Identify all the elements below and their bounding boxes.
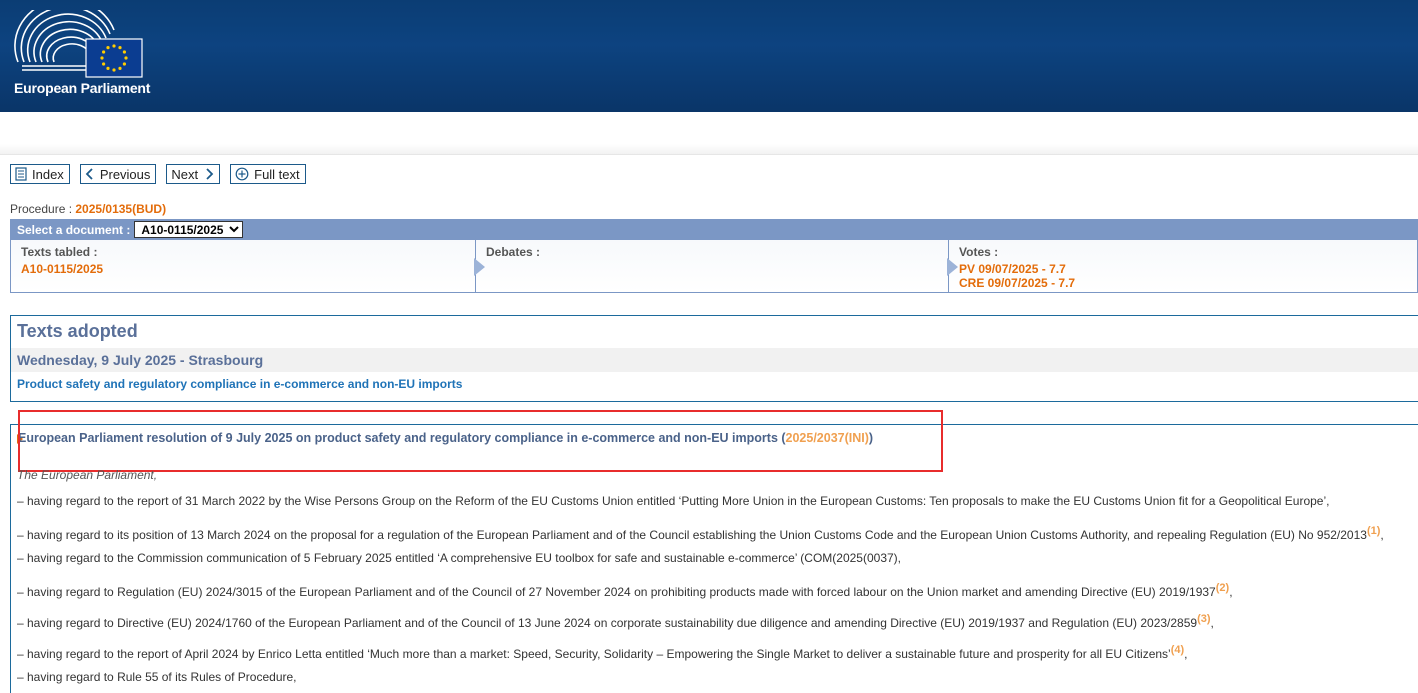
citation-text: – having regard to the report of 31 Marc… (17, 494, 1330, 508)
citation-text: – having regard to Regulation (EU) 2024/… (17, 585, 1216, 599)
citation-item: – having regard to the Commission commun… (17, 551, 901, 565)
footnote-link[interactable]: (1) (1367, 525, 1380, 537)
full-text-label: Full text (254, 166, 300, 182)
index-button[interactable]: Index (10, 164, 70, 184)
citation-tail: , (1380, 528, 1384, 542)
citation-text: – having regard to the report of April 2… (17, 647, 1171, 661)
previous-label: Previous (99, 166, 151, 182)
stage-votes: Votes : PV 09/07/2025 - 7.7 CRE 09/07/20… (947, 240, 1417, 292)
logo-text: European Parliament (14, 80, 151, 96)
citation-text: – having regard to the Commission commun… (17, 551, 901, 565)
select-document-label: Select a document : (17, 222, 131, 237)
footnote-link[interactable]: (3) (1197, 613, 1210, 625)
sitting-date: Wednesday, 9 July 2025 - Strasbourg (17, 352, 264, 368)
parliament-hemicycle-icon (14, 0, 143, 78)
index-list-icon (15, 167, 27, 181)
subject-title: Product safety and regulatory compliance… (17, 377, 463, 391)
stage-arrow-icon (947, 258, 958, 276)
citation-text: – having regard to Rule 55 of its Rules … (17, 670, 297, 684)
procedure-line: Procedure : 2025/0135(BUD) (10, 202, 166, 216)
citation-item: – having regard to Directive (EU) 2024/1… (17, 613, 1214, 630)
procedure-link[interactable]: 2025/0135(BUD) (75, 202, 166, 216)
debates-title: Debates : (486, 245, 541, 259)
stage-debates: Debates : (474, 240, 949, 292)
citation-item: – having regard to the report of 31 Marc… (17, 494, 1329, 508)
citation-text: – having regard to its position of 13 Ma… (17, 528, 1367, 542)
texts-tabled-title: Texts tabled : (21, 245, 98, 259)
previous-button[interactable]: Previous (79, 164, 157, 184)
citation-tail: , (1210, 616, 1214, 630)
citation-item: – having regard to the report of April 2… (17, 644, 1188, 661)
sitting-date-bar: Wednesday, 9 July 2025 - Strasbourg (11, 348, 1418, 372)
footnote-link[interactable]: (2) (1216, 582, 1229, 594)
citation-item: – having regard to its position of 13 Ma… (17, 525, 1384, 542)
texts-adopted-heading: Texts adopted (17, 321, 138, 341)
texts-tabled-link[interactable]: A10-0115/2025 (21, 262, 103, 276)
site-header: European Parliament (0, 0, 1418, 112)
document-navigation: Index Previous Next Full text (10, 164, 306, 184)
citation-tail: , (1184, 647, 1188, 661)
chevron-right-icon (206, 168, 214, 180)
footnote-link[interactable]: (4) (1171, 644, 1184, 656)
votes-title: Votes : (959, 245, 999, 259)
procedure-stages: Texts tabled : A10-0115/2025 Debates : V… (10, 240, 1418, 293)
document-select[interactable]: A10-0115/2025 (134, 221, 244, 238)
citation-item: – having regard to Rule 55 of its Rules … (17, 670, 297, 684)
votes-cre-link[interactable]: CRE 09/07/2025 - 7.7 (959, 276, 1075, 290)
header-shadow (0, 144, 1418, 154)
highlight-annotation-box (18, 410, 943, 472)
texts-adopted-panel: Texts adopted Wednesday, 9 July 2025 - S… (10, 315, 1418, 402)
citation-text: – having regard to Directive (EU) 2024/1… (17, 616, 1198, 630)
plus-circle-icon (235, 167, 249, 181)
document-select-bar: Select a document : A10-0115/2025 (10, 219, 1418, 240)
procedure-label: Procedure : (10, 202, 76, 216)
citation-tail: , (1229, 585, 1233, 599)
stage-texts-tabled: Texts tabled : A10-0115/2025 (11, 240, 476, 292)
next-button[interactable]: Next (166, 164, 221, 184)
resolution-intro: The European Parliament, (17, 468, 158, 482)
chevron-left-icon (85, 168, 93, 180)
next-label: Next (171, 166, 199, 182)
votes-pv-link[interactable]: PV 09/07/2025 - 7.7 (959, 262, 1066, 276)
stage-arrow-icon (474, 258, 485, 276)
full-text-button[interactable]: Full text (230, 164, 306, 184)
citation-item: – having regard to Regulation (EU) 2024/… (17, 582, 1233, 599)
index-label: Index (32, 166, 64, 182)
european-parliament-logo[interactable]: European Parliament (14, 0, 154, 100)
